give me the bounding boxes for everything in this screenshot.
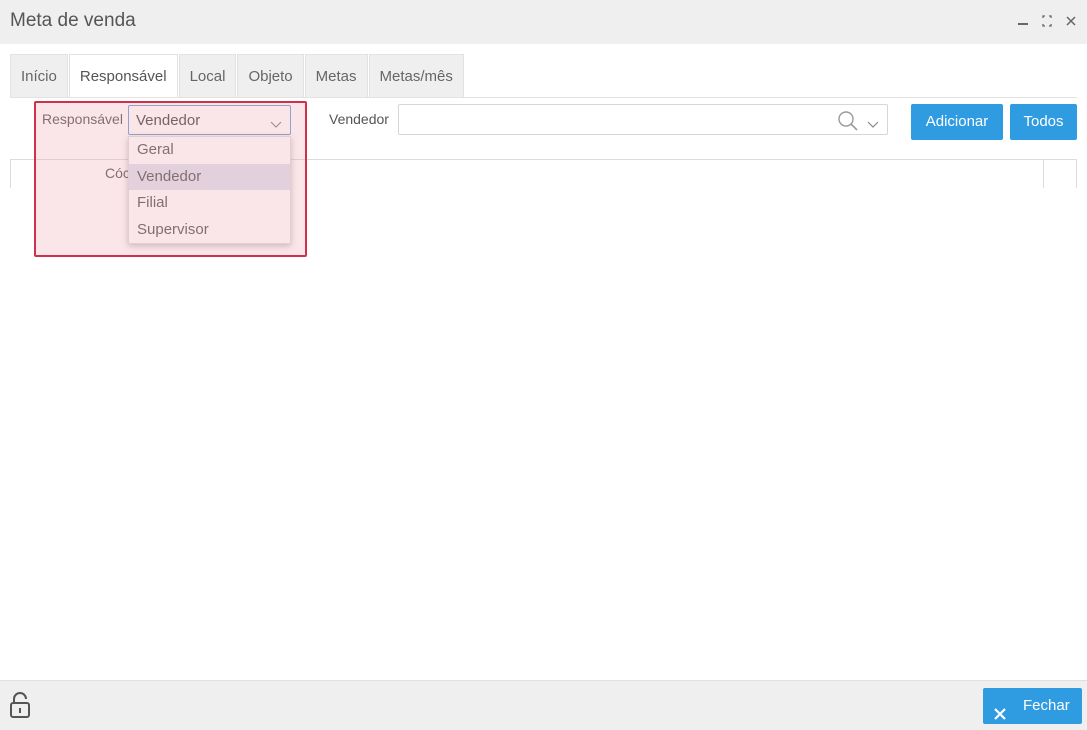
option-filial[interactable]: Filial	[129, 190, 290, 217]
vendedor-input[interactable]	[398, 104, 888, 135]
grid-column-codigo[interactable]: Cóc	[105, 165, 130, 181]
tab-bar: Início Responsável Local Objeto Metas Me…	[10, 54, 465, 98]
tab-objeto[interactable]: Objeto	[237, 54, 304, 97]
responsavel-select[interactable]: Vendedor	[128, 105, 291, 135]
maximize-icon[interactable]	[1041, 12, 1053, 30]
fechar-button[interactable]: Fechar	[983, 688, 1082, 724]
chevron-down-icon	[270, 116, 282, 134]
close-icon	[993, 699, 1007, 730]
responsavel-label: Responsável	[42, 111, 123, 127]
fechar-label: Fechar	[1023, 697, 1070, 714]
tab-metas-mes[interactable]: Metas/mês	[368, 54, 464, 97]
search-icon[interactable]	[837, 110, 859, 137]
title-bar: Meta de venda	[0, 0, 1087, 44]
option-geral[interactable]: Geral	[129, 137, 290, 164]
chevron-down-icon[interactable]	[867, 116, 879, 134]
tab-responsavel[interactable]: Responsável	[68, 54, 178, 98]
meta-de-venda-window: Meta de venda Início Responsável Local O…	[0, 0, 1087, 730]
tabs-divider	[10, 97, 1077, 98]
window-title: Meta de venda	[10, 10, 136, 31]
minimize-icon[interactable]	[1017, 12, 1029, 30]
option-supervisor[interactable]: Supervisor	[129, 217, 290, 244]
responsavel-dropdown: Geral Vendedor Filial Supervisor	[128, 136, 291, 244]
adicionar-button[interactable]: Adicionar	[911, 104, 1003, 140]
responsavel-selected-value: Vendedor	[136, 112, 201, 129]
todos-button[interactable]: Todos	[1010, 104, 1077, 140]
grid-column-divider	[1043, 160, 1044, 188]
vendedor-label: Vendedor	[329, 111, 389, 127]
tab-inicio[interactable]: Início	[10, 54, 68, 97]
tab-local[interactable]: Local	[178, 54, 237, 97]
footer-bar: Fechar	[0, 680, 1087, 730]
tab-metas[interactable]: Metas	[304, 54, 368, 97]
unlock-icon[interactable]	[9, 691, 31, 724]
close-icon[interactable]	[1065, 12, 1077, 30]
option-vendedor[interactable]: Vendedor	[129, 163, 290, 190]
